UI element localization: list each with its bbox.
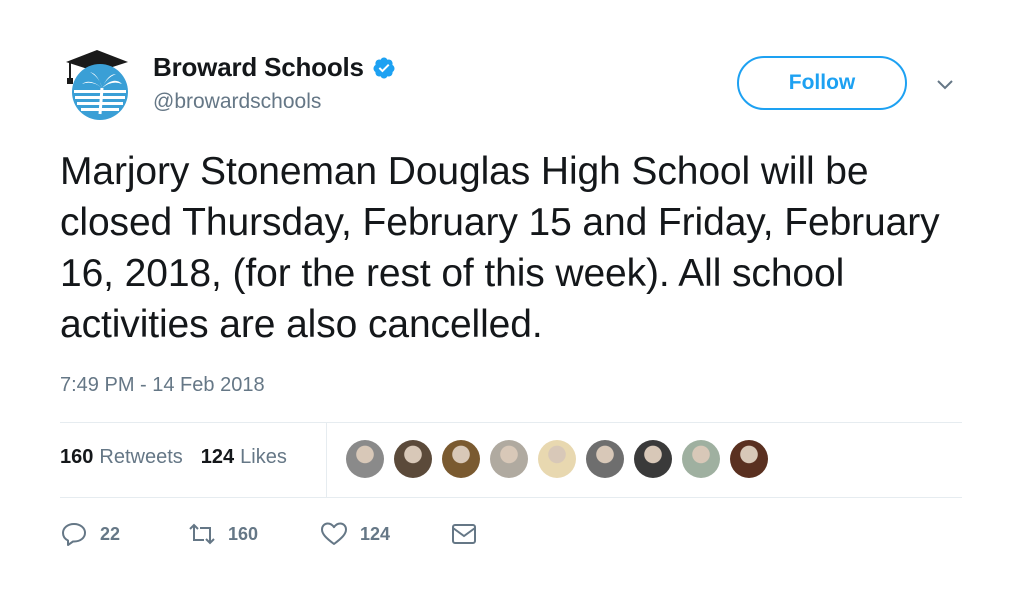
liker-avatar-1[interactable] (346, 440, 384, 478)
like-action[interactable]: 124 (320, 520, 390, 548)
likes-count: 124 (200, 446, 235, 468)
tweet-card: Broward Schools @browardschools Follow M… (0, 0, 1024, 596)
stats-divider (326, 423, 327, 497)
divider (60, 497, 962, 498)
tweet-text: Marjory Stoneman Douglas High School wil… (60, 150, 940, 346)
envelope-icon (452, 524, 476, 544)
divider (60, 422, 962, 423)
likes-stat[interactable]: 124 Likes (201, 446, 287, 469)
verified-badge-icon (373, 57, 395, 78)
retweets-count: 160 (60, 446, 94, 468)
tweet-timestamp[interactable]: 7:49 PM - 14 Feb 2018 (60, 374, 265, 397)
heart-icon (321, 522, 347, 545)
like-count: 124 (360, 523, 391, 544)
liker-avatar-3[interactable] (442, 440, 480, 478)
display-name[interactable]: Broward Schools (153, 52, 364, 83)
liker-avatar-9[interactable] (730, 440, 768, 478)
broward-schools-avatar[interactable] (62, 44, 132, 122)
retweets-label: Retweets (99, 446, 183, 468)
liker-avatar-8[interactable] (682, 440, 720, 478)
likes-label: Likes (240, 446, 287, 468)
retweet-count: 160 (228, 523, 259, 544)
direct-message-action[interactable] (450, 520, 478, 548)
liker-avatar-5[interactable] (538, 440, 576, 478)
reply-icon (62, 523, 86, 546)
retweet-icon (189, 523, 215, 545)
liker-avatar-4[interactable] (490, 440, 528, 478)
tweet-stats: 160 Retweets 124 Likes (60, 446, 305, 469)
liker-avatar-6[interactable] (586, 440, 624, 478)
liker-avatar-2[interactable] (394, 440, 432, 478)
follow-button[interactable]: Follow (737, 56, 907, 110)
liker-avatar-7[interactable] (634, 440, 672, 478)
retweet-action[interactable]: 160 (188, 520, 258, 548)
reply-count: 22 (100, 523, 121, 544)
chevron-down-icon[interactable] (934, 74, 956, 96)
retweets-stat[interactable]: 160 Retweets (60, 446, 183, 469)
account-handle[interactable]: @browardschools (153, 90, 321, 114)
account-name-row[interactable]: Broward Schools (153, 52, 396, 83)
reply-action[interactable]: 22 (60, 520, 120, 548)
